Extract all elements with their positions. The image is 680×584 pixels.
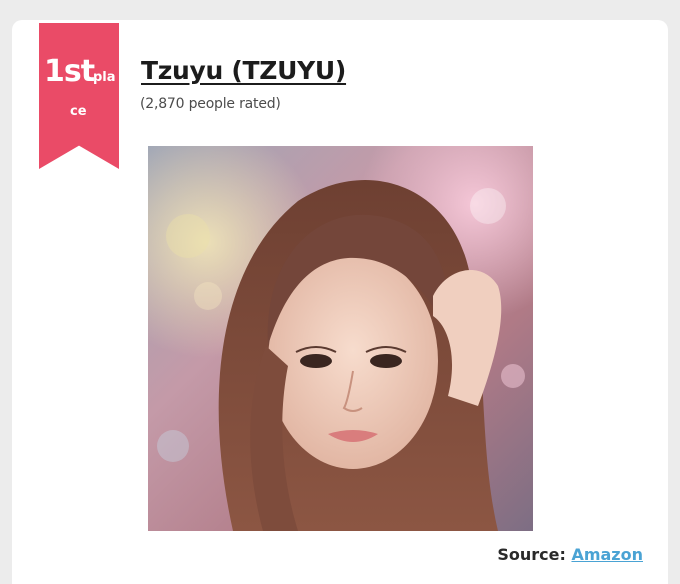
rank-ribbon: 1st pla ce xyxy=(39,23,119,169)
source-line: Source: Amazon xyxy=(497,545,643,564)
rank-number: 1st xyxy=(44,54,95,89)
source-label: Source: xyxy=(497,545,566,564)
source-link-amazon[interactable]: Amazon xyxy=(571,545,643,564)
rated-count: (2,870 people rated) xyxy=(140,96,281,112)
ranking-card: 1st pla ce Tzuyu (TZUYU) (2,870 people r… xyxy=(12,20,668,584)
entry-title[interactable]: Tzuyu (TZUYU) xyxy=(141,56,346,85)
rank-suffix-line1: pla xyxy=(93,70,116,85)
rank-suffix-line2: ce xyxy=(70,104,87,119)
portrait-photo xyxy=(148,146,533,531)
